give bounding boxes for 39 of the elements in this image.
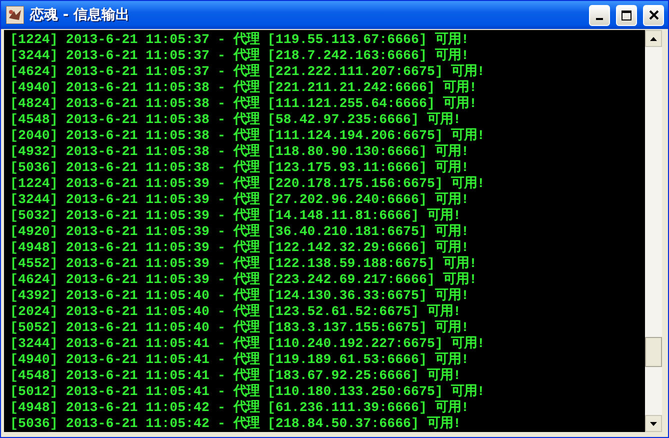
log-line: [4548] 2013-6-21 11:05:38 - 代理 [58.42.97.235:6666] 可用! xyxy=(10,112,462,128)
log-line: [4552] 2013-6-21 11:05:39 - 代理 [122.138.59.188:6675] 可用! xyxy=(10,256,478,272)
log-line: [2024] 2013-6-21 11:05:40 - 代理 [123.52.61.52:6675] 可用! xyxy=(10,304,462,320)
app-icon xyxy=(6,6,24,24)
log-line: [5012] 2013-6-21 11:05:41 - 代理 [110.180.133.250:6675] 可用! xyxy=(10,384,486,400)
maximize-icon xyxy=(621,10,632,20)
close-button[interactable] xyxy=(643,4,664,26)
log-line: [4932] 2013-6-21 11:05:38 - 代理 [118.80.90.130:6666] 可用! xyxy=(10,144,470,160)
log-line: [3244] 2013-6-21 11:05:41 - 代理 [110.240.192.227:6675] 可用! xyxy=(10,336,486,352)
log-line: [5052] 2013-6-21 11:05:40 - 代理 [183.3.137.155:6675] 可用! xyxy=(10,320,470,336)
scroll-up-button[interactable] xyxy=(645,30,662,47)
scroll-down-button[interactable] xyxy=(645,415,662,432)
log-line: [3244] 2013-6-21 11:05:39 - 代理 [27.202.96.240:6666] 可用! xyxy=(10,192,470,208)
scroll-thumb[interactable] xyxy=(645,337,662,367)
log-line: [1224] 2013-6-21 11:05:39 - 代理 [220.178.175.156:6675] 可用! xyxy=(10,176,486,192)
log-line: [4624] 2013-6-21 11:05:37 - 代理 [221.222.111.207:6675] 可用! xyxy=(10,64,486,80)
log-line: [5036] 2013-6-21 11:05:42 - 代理 [218.84.50.37:6666] 可用! xyxy=(10,416,462,432)
log-line: [4948] 2013-6-21 11:05:42 - 代理 [61.236.111.39:6666] 可用! xyxy=(10,400,470,416)
log-line: [4940] 2013-6-21 11:05:41 - 代理 [119.189.61.53:6666] 可用! xyxy=(10,352,470,368)
log-line: [1224] 2013-6-21 11:05:37 - 代理 [119.55.113.67:6666] 可用! xyxy=(10,32,470,48)
down-arrow-icon xyxy=(650,422,657,426)
log-line: [2040] 2013-6-21 11:05:38 - 代理 [111.124.194.206:6675] 可用! xyxy=(10,128,486,144)
log-line: [4392] 2013-6-21 11:05:40 - 代理 [124.130.36.33:6675] 可用! xyxy=(10,288,470,304)
log-line: [4824] 2013-6-21 11:05:38 - 代理 [111.121.255.64:6666] 可用! xyxy=(10,96,478,112)
log-line: [4624] 2013-6-21 11:05:39 - 代理 [223.242.69.217:6666] 可用! xyxy=(10,272,478,288)
log-line: [4920] 2013-6-21 11:05:39 - 代理 [36.40.210.181:6675] 可用! xyxy=(10,224,470,240)
up-arrow-icon xyxy=(650,36,657,40)
close-icon xyxy=(648,10,658,20)
log-line: [4940] 2013-6-21 11:05:38 - 代理 [221.211.21.242:6666] 可用! xyxy=(10,80,478,96)
log-line: [5032] 2013-6-21 11:05:39 - 代理 [14.148.11.81:6666] 可用! xyxy=(10,208,462,224)
log-line: [4948] 2013-6-21 11:05:39 - 代理 [122.142.32.29:6666] 可用! xyxy=(10,240,470,256)
log-line: [5036] 2013-6-21 11:05:38 - 代理 [123.175.93.11:6666] 可用! xyxy=(10,160,470,176)
log-line: [4548] 2013-6-21 11:05:41 - 代理 [183.67.92.25:6666] 可用! xyxy=(10,368,462,384)
scrollbar[interactable] xyxy=(645,30,662,432)
log-line: [3244] 2013-6-21 11:05:37 - 代理 [218.7.242.163:6666] 可用! xyxy=(10,48,470,64)
minimize-button[interactable] xyxy=(589,4,610,26)
maximize-button[interactable] xyxy=(616,4,637,26)
window-title: 恋魂 - 信息输出 xyxy=(30,6,131,24)
minimize-icon xyxy=(596,18,603,20)
